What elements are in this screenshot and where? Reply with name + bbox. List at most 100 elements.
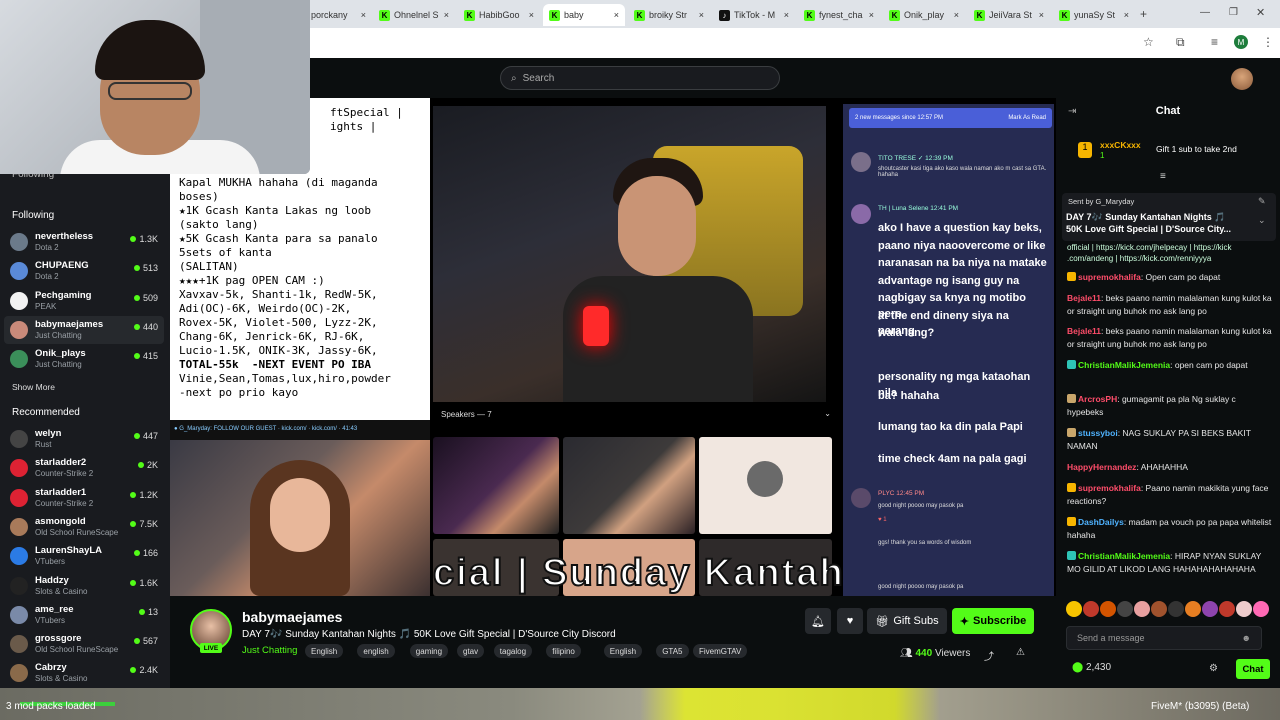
emote-icon[interactable] [1219,601,1235,617]
channel-points[interactable]: ⬤ 2,430 [1072,662,1111,673]
emote-icon[interactable] [1100,601,1116,617]
close-window-button[interactable]: ✕ [1256,6,1265,19]
chat-username[interactable]: ArcrosPH [1078,394,1117,404]
sidebar-channel-onik_plays[interactable]: Onik_plays Just Chatting 415 [4,345,164,373]
chevron-down-icon[interactable]: ⌄ [1258,215,1266,226]
chat-username[interactable]: supremokhalifa [1078,483,1141,493]
stream-category[interactable]: Just Chatting [242,645,297,656]
emote-icon[interactable] [1134,601,1150,617]
chat-username[interactable]: supremokhalifa [1078,272,1141,282]
emoji-icon[interactable]: ☻ [1242,633,1251,643]
sidebar-channel-ame_ree[interactable]: ame_ree VTubers 13 [4,601,164,629]
emote-icon[interactable] [1168,601,1184,617]
subscribe-button[interactable]: ✦ Subscribe [952,608,1034,634]
browser-tab[interactable]: K HabibGoo × [458,4,540,26]
channel-name[interactable]: babymaejames [242,609,342,625]
minimize-button[interactable]: — [1200,7,1210,18]
chat-message: supremokhalifa: Open cam po dapat [1067,271,1273,284]
sidebar-channel-asmongold[interactable]: asmongold Old School RuneScape 7.5K [4,513,164,541]
browser-tab[interactable]: K Onik_play × [883,4,965,26]
chat-send-button[interactable]: Chat [1236,659,1270,679]
stream-tag[interactable]: GTA5 [656,644,689,658]
notification-bell-button[interactable]: 🔔︎ [805,608,831,634]
reading-list-icon[interactable]: ≡ [1211,35,1218,49]
show-more-link[interactable]: Show More [12,382,55,392]
tab-close-icon[interactable]: × [529,10,534,20]
sidebar-channel-grossgore[interactable]: grossgore Old School RuneScape 567 [4,630,164,658]
sidebar-channel-starladder1[interactable]: starladder1 Counter-Strike 2 1.2K [4,484,164,512]
extensions-icon[interactable]: ⧉ [1176,35,1185,50]
browser-menu-icon[interactable]: ⋮ [1262,35,1274,49]
gift-cta[interactable]: Gift 1 sub to take 2nd [1156,144,1237,154]
tab-close-icon[interactable]: × [954,10,959,20]
maximize-button[interactable]: ❐ [1229,7,1238,18]
chat-username[interactable]: DashDailys [1078,517,1124,527]
emote-icon[interactable] [1066,601,1082,617]
chat-settings-icon[interactable]: ⚙ [1209,663,1218,674]
sidebar-channel-nevertheless[interactable]: nevertheless Dota 2 1.3K [4,228,164,256]
browser-tab[interactable]: Kbaby × [543,4,625,26]
channel-avatar [10,320,28,339]
chat-username[interactable]: ChristianMalikJemenia [1078,360,1170,370]
kick-icon: K [804,9,815,21]
tab-close-icon[interactable]: × [784,10,789,20]
tab-close-icon[interactable]: × [869,10,874,20]
chat-username[interactable]: stussyboi [1078,428,1118,438]
partial-link-2: .com/andeng | https://kick.com/renniyyya [1067,254,1212,263]
emote-icon[interactable] [1253,601,1269,617]
stream-tag[interactable]: tagalog [493,644,533,658]
tab-close-icon[interactable]: × [444,10,449,20]
tab-close-icon[interactable]: × [614,10,619,20]
chat-username[interactable]: Bejale11 [1067,293,1101,303]
emote-icon[interactable] [1202,601,1218,617]
stream-tag[interactable]: FivemGTAV [693,644,748,658]
sidebar-channel-chupaeng[interactable]: CHUPAENG Dota 2 513 [4,257,164,285]
viewer-count: 7.5K [130,519,158,529]
profile-avatar[interactable]: M [1234,35,1248,49]
stream-tag[interactable]: english [357,644,395,658]
tab-close-icon[interactable]: × [361,10,366,20]
browser-tab[interactable]: K Ohnelnel S × [373,4,455,26]
bookmark-star-icon[interactable]: ☆ [1143,35,1154,49]
browser-tab[interactable]: KyunaSy St × [1053,4,1135,26]
browser-tab[interactable]: ♪ TikTok - M × [713,4,795,26]
share-icon[interactable]: ⤴ [984,648,994,663]
stream-tag[interactable]: gtav [457,644,485,658]
browser-tab[interactable]: Kfynest_cha × [798,4,880,26]
new-tab-button[interactable]: + [1140,7,1147,21]
expand-pinned-icon[interactable]: ≡ [1160,171,1166,182]
tab-close-icon[interactable]: × [699,10,704,20]
stream-tag[interactable]: filipino [546,644,581,658]
sidebar-channel-pechgaming[interactable]: Pechgaming PEAK 509 [4,287,164,315]
emote-icon[interactable] [1236,601,1252,617]
sidebar-channel-laurenshayla[interactable]: LaurenShayLA VTubers 166 [4,542,164,570]
emote-icon[interactable] [1151,601,1167,617]
emote-icon[interactable] [1117,601,1133,617]
bell-icon: 🔔︎ [811,615,825,628]
sidebar-channel-starladder2[interactable]: starladder2 Counter-Strike 2 2K [4,454,164,482]
stream-tag[interactable]: gaming [409,644,449,658]
search-input[interactable]: ⌕ Search [500,66,780,90]
gift-leaderboard: 1 xxxCKxxx 1 Gift 1 sub to take 2nd [1066,136,1274,166]
chat-username[interactable]: Bejale11 [1067,326,1101,336]
sidebar-channel-cabrzy[interactable]: Cabrzy Slots & Casino 2.4K [4,659,164,687]
emote-icon[interactable] [1185,601,1201,617]
gift-subs-button[interactable]: 🎁︎ Gift Subs [867,608,947,634]
sidebar-channel-babymaejames[interactable]: babymaejames Just Chatting 440 [4,315,164,344]
chat-message-input[interactable]: Send a message ☻ [1066,626,1262,650]
pinned-message[interactable]: Sent by G_Maryday DAY 7🎶 Sunday Kantahan… [1062,193,1276,241]
chat-username[interactable]: HappyHernandez [1067,462,1136,472]
tab-close-icon[interactable]: × [1039,10,1044,20]
follow-heart-button[interactable]: ♥ [837,608,863,634]
sidebar-channel-haddzy[interactable]: Haddzy Slots & Casino 1.6K [4,572,164,600]
tab-close-icon[interactable]: × [1124,10,1129,20]
stream-tag[interactable]: English [305,644,344,658]
emote-icon[interactable] [1083,601,1099,617]
report-icon[interactable]: ⚠ [1016,647,1025,658]
browser-tab[interactable]: Kbroiky Str × [628,4,710,26]
browser-tab[interactable]: K JeiiVara St × [968,4,1050,26]
user-avatar[interactable] [1231,68,1253,90]
stream-tag[interactable]: English [603,644,643,658]
chat-username[interactable]: ChristianMalikJemenia [1078,551,1170,561]
sidebar-channel-welyn[interactable]: welyn Rust 447 [4,425,164,453]
